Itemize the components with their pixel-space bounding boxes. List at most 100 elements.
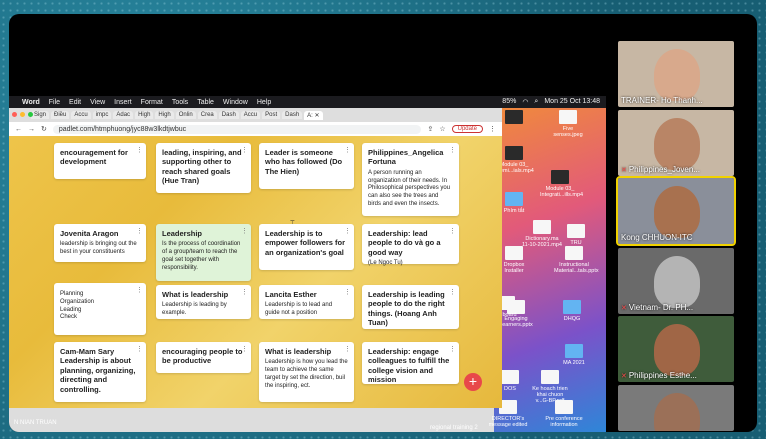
padlet-card[interactable]: ⋮ What is leadership Leadership is how you… — [259, 342, 354, 402]
browser-tab[interactable]: High — [155, 111, 174, 119]
battery-status[interactable]: 85% — [502, 98, 516, 106]
card-menu-icon[interactable]: ⋮ — [344, 227, 351, 235]
card-menu-icon[interactable]: ⋮ — [241, 345, 248, 353]
card-menu-icon[interactable]: ⋮ — [449, 288, 456, 296]
clock[interactable]: Mon 25 Oct 13:48 — [544, 98, 600, 106]
desktop-file[interactable]: TRU — [556, 224, 596, 246]
document-icon — [533, 220, 551, 234]
padlet-card[interactable]: ⋮ leading, inspiring, and supporting othe… — [156, 143, 251, 193]
card-menu-icon[interactable]: ⋮ — [344, 146, 351, 154]
browser-tab[interactable]: Dash — [218, 111, 239, 119]
padlet-card[interactable]: ⋮ Lancita Esther Leadership is to lead and… — [259, 285, 354, 319]
kebab-menu-icon[interactable]: ⋮ — [489, 125, 496, 133]
participant-tile[interactable]: ✕ Philippines_Joven... — [618, 110, 734, 176]
participant-tile[interactable]: ✕ Vietnam- Dr. PH... — [618, 248, 734, 314]
reload-icon[interactable]: ↻ — [41, 125, 47, 133]
menu-help[interactable]: Help — [257, 99, 271, 106]
participant-tile[interactable]: ✕ Philippines Esthe... — [618, 316, 734, 382]
participant-video — [654, 324, 700, 376]
padlet-card[interactable]: ⋮ Leader is someone who has followed (Do … — [259, 143, 354, 189]
padlet-card[interactable]: ⋮ Leadership: engage colleagues to fulfil… — [362, 342, 459, 384]
menu-format[interactable]: Format — [141, 99, 163, 106]
close-window-icon[interactable] — [12, 112, 17, 117]
search-icon[interactable]: ⌕ — [534, 98, 538, 106]
browser-tab[interactable]: Crea — [197, 111, 217, 119]
browser-tab[interactable]: Sign — [31, 111, 50, 119]
desktop-file[interactable]: MA 2021 — [554, 344, 594, 366]
padlet-card[interactable]: ⋮ Jovenita Aragon leadership is bringing o… — [54, 224, 146, 262]
browser-tab[interactable]: Dash — [282, 111, 303, 119]
desktop-file[interactable]: Pre conference information — [544, 400, 584, 428]
padlet-card[interactable]: ⋮ Leadership is leading people to do the … — [362, 285, 459, 329]
menu-view[interactable]: View — [90, 99, 105, 106]
video-file-icon — [505, 110, 523, 124]
participant-video — [654, 393, 700, 431]
participant-tile[interactable] — [618, 385, 734, 431]
browser-tab[interactable]: Điều — [51, 111, 70, 119]
menu-app-name[interactable]: Word — [22, 99, 40, 106]
back-icon[interactable]: ← — [15, 126, 22, 133]
menu-table[interactable]: Table — [197, 99, 214, 106]
minimize-window-icon[interactable] — [20, 112, 25, 117]
browser-tab[interactable]: Adac — [113, 111, 134, 119]
maximize-window-icon[interactable] — [28, 112, 33, 117]
padlet-card[interactable]: ⋮ Cam-Mam Sary Leadership is about planni… — [54, 342, 146, 402]
document-icon — [559, 110, 577, 124]
card-menu-icon[interactable]: ⋮ — [241, 288, 248, 296]
participant-tile[interactable]: TRAINER- Ho Thanh... — [618, 41, 734, 107]
card-title: Philippines_Angelica Fortuna — [368, 148, 444, 167]
menu-insert[interactable]: Insert — [114, 99, 132, 106]
card-menu-icon[interactable]: ⋮ — [136, 227, 143, 235]
menu-tools[interactable]: Tools — [172, 99, 188, 106]
browser-tab[interactable]: Accu — [240, 111, 261, 119]
desktop-file[interactable]: Instructional Material...tals.pptx — [554, 246, 599, 274]
menu-edit[interactable]: Edit — [69, 99, 81, 106]
update-button[interactable]: Update — [451, 125, 483, 133]
card-menu-icon[interactable]: ⋮ — [344, 288, 351, 296]
menu-window[interactable]: Window — [223, 99, 248, 106]
browser-tab[interactable]: Onlin — [175, 111, 196, 119]
card-menu-icon[interactable]: ⋮ — [136, 286, 143, 294]
browser-tab[interactable]: Post — [262, 111, 281, 119]
card-menu-icon[interactable]: ⋮ — [449, 146, 456, 154]
card-menu-icon[interactable]: ⋮ — [449, 227, 456, 235]
padlet-card[interactable]: ⋮ What is leadership Leadership is leading… — [156, 285, 251, 319]
card-menu-icon[interactable]: ⋮ — [136, 345, 143, 353]
card-menu-icon[interactable]: ⋮ — [136, 146, 143, 154]
forward-icon[interactable]: → — [28, 126, 35, 133]
padlet-card[interactable]: ⋮ Leadership Is the process of coordinatio… — [156, 224, 251, 281]
padlet-card[interactable]: ⋮ Leadership: lead people to do và go a g… — [362, 224, 459, 266]
padlet-card[interactable]: ⋮ encouragement for development — [54, 143, 146, 179]
share-icon[interactable]: ⇪ — [427, 125, 433, 133]
card-body: A person running an organization of thei… — [368, 169, 451, 207]
desktop-file-label: Module 03_ Integrati...ills.mp4 — [540, 186, 584, 199]
card-title: Leadership is leading people to do the r… — [368, 290, 445, 328]
padlet-card[interactable]: ⋮ encouraging people to be productive — [156, 342, 251, 373]
window-controls[interactable] — [12, 112, 33, 117]
padlet-card[interactable]: ⋮ Leadership is to empower followers for … — [259, 224, 354, 270]
padlet-card[interactable]: ⋮ Planning Organization Leading Check — [54, 283, 146, 335]
participant-name: Philippines_Joven... — [628, 165, 700, 174]
browser-tab[interactable]: High — [135, 111, 154, 119]
desktop-file[interactable]: DHQG — [552, 300, 592, 322]
desktop-file[interactable]: Five senses.jpeg — [548, 110, 588, 138]
add-post-button[interactable]: + — [464, 373, 482, 391]
browser-tab[interactable]: A: ✕ — [304, 110, 323, 120]
participant-tile[interactable]: Kong CHHUON-ITC — [616, 176, 736, 246]
browser-tabs: Sign Điều Accu impc Adac High High Onlin Crea Das… — [9, 108, 502, 122]
menu-file[interactable]: File — [49, 99, 60, 106]
card-menu-icon[interactable]: ⋮ — [449, 345, 456, 353]
browser-tab[interactable]: Accu — [71, 111, 91, 119]
desktop-file[interactable]: Module 03_ Integrati...ills.mp4 — [540, 170, 584, 199]
browser-tab[interactable]: impc — [92, 111, 112, 119]
card-menu-icon[interactable]: ⋮ — [241, 227, 248, 235]
card-title: Leadership: engage colleagues to fulfill… — [368, 347, 450, 385]
star-icon[interactable]: ☆ — [439, 125, 445, 133]
padlet-card[interactable]: ⋮ Philippines_Angelica Fortuna A person ru… — [362, 143, 459, 216]
card-body: Leadership is leading by example. — [162, 302, 227, 317]
url-field[interactable]: padlet.com/htmphuong/jyc88w3lkdtjwbuc — [52, 124, 422, 134]
card-menu-icon[interactable]: ⋮ — [241, 146, 248, 154]
padlet-board: ⌶ ⋮encouragement for development⋮leading… — [9, 136, 502, 408]
wifi-icon[interactable]: ◠ — [522, 98, 528, 106]
card-menu-icon[interactable]: ⋮ — [344, 345, 351, 353]
